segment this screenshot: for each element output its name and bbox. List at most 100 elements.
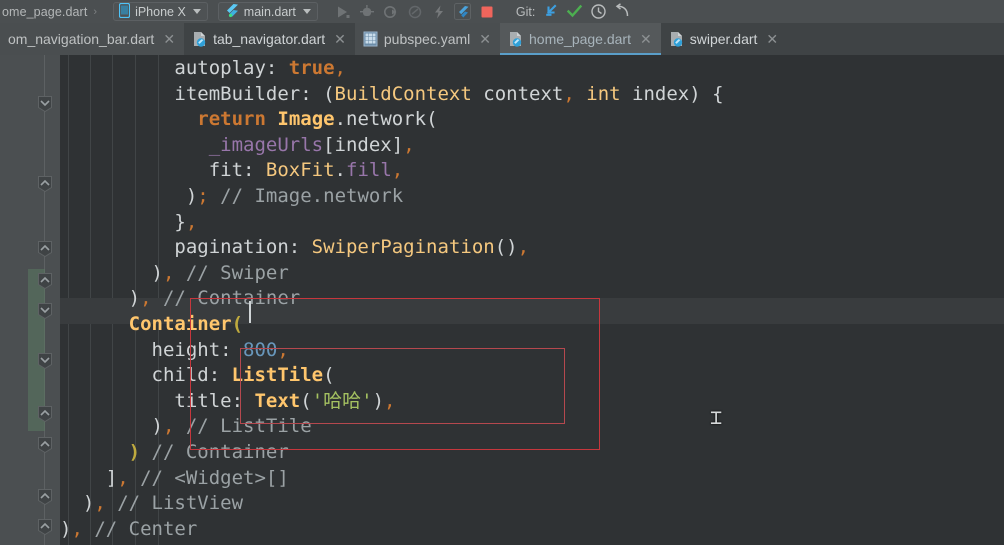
code-line[interactable]: ), // Swiper: [60, 261, 1004, 287]
code-token: // Container: [140, 440, 289, 463]
flutter-inspector-icon[interactable]: [452, 1, 474, 22]
source-code[interactable]: autoplay: true, itemBuilder: (BuildConte…: [60, 55, 1004, 545]
code-line[interactable]: },: [60, 210, 1004, 236]
code-token: // Swiper: [174, 261, 289, 284]
git-commit-icon[interactable]: [563, 1, 585, 22]
code-token: '哈哈': [311, 389, 373, 412]
chevron-down-icon: [192, 9, 201, 14]
code-token: autoplay:: [60, 57, 289, 79]
code-token: // Image.network: [208, 184, 404, 207]
editor-tab-label: pubspec.yaml: [383, 31, 471, 47]
code-token: Image: [277, 108, 335, 131]
code-line[interactable]: ), // Container: [60, 286, 1004, 312]
code-token: fit:: [60, 159, 266, 182]
run-coverage-icon[interactable]: [380, 1, 402, 22]
flutter-icon: [224, 3, 239, 21]
editor-tab-tab-navigator-dart[interactable]: tab_navigator.dart ✕: [184, 23, 355, 55]
fold-up-icon[interactable]: [36, 436, 53, 453]
code-token: int: [586, 82, 621, 105]
code-token: ,: [162, 261, 175, 284]
debug-icon[interactable]: [356, 1, 378, 22]
close-icon[interactable]: ✕: [334, 31, 346, 48]
code-line[interactable]: itemBuilder: (BuildContext context, int …: [60, 82, 1004, 108]
code-token: BuildContext: [334, 82, 472, 105]
code-line[interactable]: ), // ListView: [60, 491, 1004, 517]
breadcrumb-separator-icon: ›: [93, 5, 98, 18]
code-editor[interactable]: autoplay: true, itemBuilder: (BuildConte…: [0, 55, 1004, 545]
fold-up-icon[interactable]: [36, 518, 53, 535]
fold-down-icon[interactable]: [36, 302, 53, 319]
run-configuration-dropdown[interactable]: main.dart: [217, 2, 318, 21]
code-content-area[interactable]: autoplay: true, itemBuilder: (BuildConte…: [60, 55, 1004, 545]
code-token: .network(: [334, 108, 438, 131]
fold-down-icon[interactable]: [36, 95, 53, 112]
editor-tab-om-navigation-bar-dart[interactable]: om_navigation_bar.dart ✕: [0, 23, 185, 55]
text-caret: [249, 301, 251, 323]
close-icon[interactable]: ✕: [766, 31, 778, 48]
code-token: // ListTile: [174, 415, 312, 438]
close-icon[interactable]: ✕: [479, 31, 491, 48]
code-line[interactable]: _imageUrls[index],: [60, 133, 1004, 159]
profile-icon[interactable]: [404, 1, 426, 22]
editor-tab-bar: om_navigation_bar.dart ✕ tab_navigator.dar…: [0, 23, 1004, 55]
code-line[interactable]: child: ListTile(: [60, 363, 1004, 389]
close-icon[interactable]: ✕: [640, 31, 652, 48]
chevron-down-icon: [302, 9, 311, 14]
main-toolbar: ome_page.dart › iPhone X main.dart Git:: [0, 0, 1004, 23]
code-line[interactable]: ), // ListTile: [60, 414, 1004, 440]
fold-down-icon[interactable]: [36, 352, 53, 369]
breadcrumb[interactable]: ome_page.dart: [0, 5, 87, 19]
code-token: ListTile: [231, 364, 324, 387]
code-token: ): [60, 184, 198, 207]
editor-tab-swiper-dart[interactable]: swiper.dart ✕: [660, 23, 788, 55]
hot-reload-icon[interactable]: [428, 1, 450, 22]
fold-up-icon[interactable]: [36, 272, 53, 289]
git-update-icon[interactable]: [539, 1, 561, 22]
device-selector-dropdown[interactable]: iPhone X: [113, 2, 208, 21]
code-token: ,: [71, 517, 83, 540]
code-line[interactable]: Container(: [60, 312, 1004, 338]
code-line[interactable]: ], // <Widget>[]: [60, 466, 1004, 492]
code-token: // Container: [151, 287, 301, 310]
code-line[interactable]: ); // Image.network: [60, 184, 1004, 210]
dart-file-icon: [669, 31, 684, 47]
code-token: context: [471, 82, 564, 105]
code-token: Text: [254, 389, 301, 412]
code-line[interactable]: return Image.network(: [60, 107, 1004, 133]
code-line[interactable]: height: 800,: [60, 338, 1004, 364]
run-icon[interactable]: [332, 1, 354, 22]
run-configuration-label: main.dart: [243, 4, 296, 19]
code-token: ): [128, 440, 141, 463]
fold-up-icon[interactable]: [36, 488, 53, 505]
code-token: child:: [60, 364, 232, 387]
stop-icon[interactable]: [476, 1, 498, 22]
code-line[interactable]: title: Text('哈哈'),: [60, 389, 1004, 415]
editor-tab-pubspec-yaml[interactable]: pubspec.yaml ✕: [354, 23, 501, 55]
phone-icon: [118, 2, 131, 21]
fold-up-icon[interactable]: [36, 175, 53, 192]
editor-gutter[interactable]: [0, 55, 60, 545]
code-token: ,: [185, 210, 198, 233]
code-token: itemBuilder: (: [60, 82, 335, 105]
git-rollback-icon[interactable]: [611, 1, 633, 22]
code-token: ,: [94, 492, 106, 515]
fold-up-icon[interactable]: [36, 405, 53, 422]
code-line[interactable]: autoplay: true,: [60, 56, 1004, 82]
code-token: SwiperPagination: [311, 236, 495, 259]
code-token: // <Widget>[]: [128, 466, 289, 489]
code-token: .: [334, 159, 346, 182]
code-line[interactable]: fit: BoxFit.fill,: [60, 158, 1004, 184]
code-line[interactable]: pagination: SwiperPagination(),: [60, 235, 1004, 261]
close-icon[interactable]: ✕: [163, 31, 175, 48]
editor-tab-home-page-dart[interactable]: home_page.dart ✕: [500, 23, 661, 55]
code-line[interactable]: ), // Center: [60, 517, 1004, 543]
code-token: title:: [60, 389, 255, 412]
editor-tab-label: home_page.dart: [529, 31, 631, 47]
git-history-icon[interactable]: [587, 1, 609, 22]
code-line[interactable]: ) // Container: [60, 440, 1004, 466]
code-token: (: [300, 389, 312, 412]
fold-up-icon[interactable]: [36, 240, 53, 257]
